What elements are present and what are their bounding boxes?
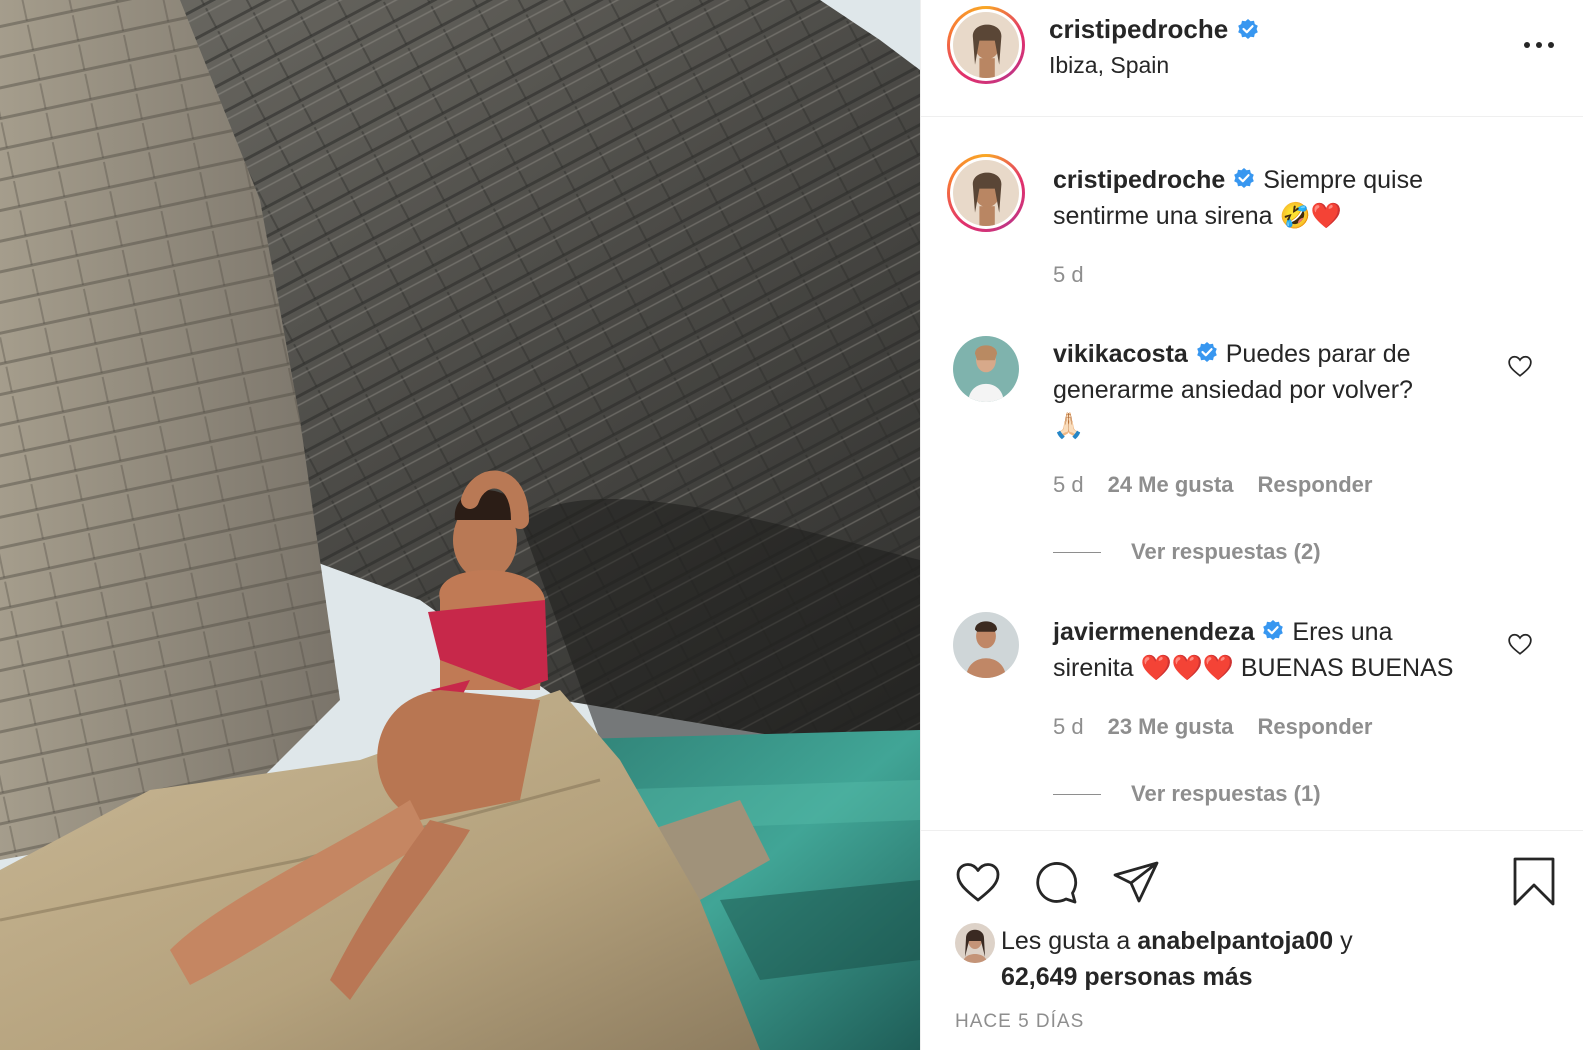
- comment-time[interactable]: 5 d: [1053, 714, 1084, 740]
- commenter-avatar[interactable]: [953, 612, 1019, 678]
- comment-username[interactable]: javiermenendeza: [1053, 618, 1255, 646]
- liker-avatar[interactable]: [955, 923, 995, 963]
- likes-prefix: Les gusta a: [1001, 927, 1138, 955]
- view-replies-label: Ver respuestas (1): [1131, 781, 1321, 806]
- post-timestamp[interactable]: HACE 5 DÍAS: [955, 1011, 1084, 1033]
- post-location[interactable]: Ibiza, Spain: [1049, 52, 1169, 79]
- post-header: cristipedroche Ibiza, Spain: [921, 0, 1583, 117]
- bookmark-icon[interactable]: [1509, 857, 1559, 907]
- verified-badge-icon: [1236, 18, 1260, 42]
- verified-badge-icon: [1261, 619, 1285, 643]
- caption-text: cristipedroche Siempre quise sentirme un…: [1053, 162, 1423, 234]
- comment-line-1: Eres una: [1292, 618, 1393, 646]
- comment-line-2: generarme ansiedad por volver?: [1053, 376, 1413, 404]
- post-image: [0, 0, 920, 1050]
- comment-meta: 5 d 24 Me gusta Responder: [1053, 472, 1372, 498]
- commenter-avatar-image: [953, 612, 1019, 678]
- heart-icon[interactable]: [953, 857, 1003, 907]
- comment-icon[interactable]: [1031, 857, 1081, 907]
- verified-badge-icon: [1232, 167, 1256, 191]
- reply-button[interactable]: Responder: [1258, 714, 1373, 740]
- comment-time[interactable]: 5 d: [1053, 472, 1084, 498]
- comment-line-3: 🙏🏻: [1053, 412, 1085, 440]
- comment-username[interactable]: vikikacosta: [1053, 340, 1188, 368]
- commenter-avatar-image: [953, 336, 1019, 402]
- comment-like-heart-icon[interactable]: [1507, 631, 1533, 657]
- replies-divider: [1053, 793, 1101, 795]
- view-replies-label: Ver respuestas (2): [1131, 539, 1321, 564]
- author-avatar-image: [953, 12, 1019, 78]
- paper-plane-icon[interactable]: [1111, 857, 1161, 907]
- comment-like-heart-icon[interactable]: [1507, 353, 1533, 379]
- view-replies-button[interactable]: Ver respuestas (2): [1053, 539, 1321, 565]
- commenter-avatar[interactable]: [953, 336, 1019, 402]
- caption-username[interactable]: cristipedroche: [1053, 166, 1225, 194]
- verified-badge-icon: [1195, 341, 1219, 365]
- caption-line-1: Siempre quise: [1263, 166, 1423, 194]
- caption-author-avatar[interactable]: [947, 154, 1025, 232]
- post-photo[interactable]: [0, 0, 920, 1050]
- author-avatar[interactable]: [947, 6, 1025, 84]
- comment-text: vikikacosta Puedes parar de generarme an…: [1053, 336, 1413, 444]
- comment-line-1: Puedes parar de: [1225, 340, 1411, 368]
- comments-section: cristipedroche Siempre quise sentirme un…: [921, 118, 1583, 830]
- replies-divider: [1053, 551, 1101, 553]
- liker-avatar-image: [955, 923, 995, 963]
- more-horizontal-icon[interactable]: [1519, 30, 1559, 60]
- likes-line-1: Les gusta a anabelpantoja00 y: [1001, 923, 1353, 959]
- caption-meta: 5 d: [1053, 262, 1084, 288]
- liker-username[interactable]: anabelpantoja00: [1137, 927, 1333, 955]
- comment-line-2: sirenita ❤️❤️❤️ BUENAS BUENAS: [1053, 654, 1454, 682]
- author-username[interactable]: cristipedroche: [1049, 14, 1228, 45]
- view-replies-button[interactable]: Ver respuestas (1): [1053, 781, 1321, 807]
- post-sidebar: cristipedroche Ibiza, Spain cristipedroc…: [920, 0, 1583, 1050]
- comment-likes[interactable]: 23 Me gusta: [1108, 714, 1234, 740]
- caption-line-2: sentirme una sirena 🤣❤️: [1053, 202, 1342, 230]
- post-actions: Les gusta a anabelpantoja00 y 62,649 per…: [921, 830, 1583, 1050]
- comment-meta: 5 d 23 Me gusta Responder: [1053, 714, 1372, 740]
- likes-suffix: y: [1333, 927, 1353, 955]
- reply-button[interactable]: Responder: [1258, 472, 1373, 498]
- caption-author-avatar-image: [953, 160, 1019, 226]
- author-username-row[interactable]: cristipedroche: [1049, 14, 1260, 45]
- comment-likes[interactable]: 24 Me gusta: [1108, 472, 1234, 498]
- caption-time[interactable]: 5 d: [1053, 262, 1084, 288]
- likes-count[interactable]: 62,649 personas más: [1001, 959, 1253, 995]
- comment-text: javiermenendeza Eres una sirenita ❤️❤️❤️…: [1053, 614, 1453, 686]
